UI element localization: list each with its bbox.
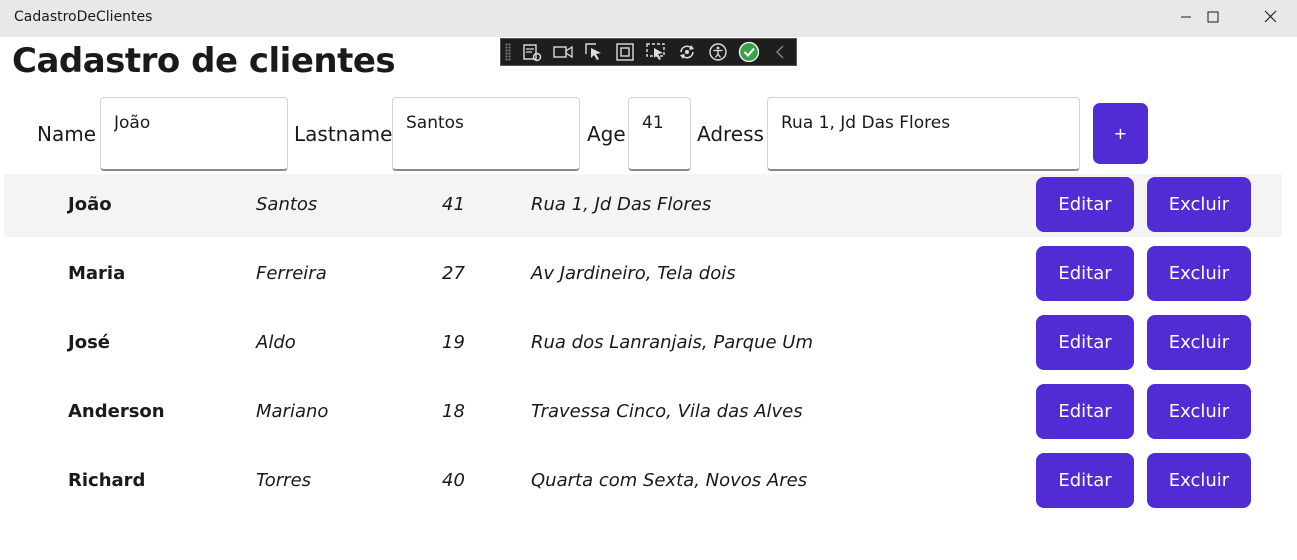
accessibility-icon[interactable] — [707, 41, 729, 63]
delete-button[interactable]: Excluir — [1147, 453, 1251, 508]
live-visual-tree-icon[interactable] — [521, 41, 543, 63]
window-title: CadastroDeClientes — [14, 9, 153, 25]
client-name: Richard — [68, 470, 146, 491]
close-icon — [1264, 10, 1276, 23]
display-adorners-icon[interactable] — [614, 41, 636, 63]
client-age: 19 — [442, 332, 465, 353]
name-field[interactable] — [100, 97, 288, 171]
lastname-label: Lastname — [294, 122, 393, 146]
title-bar: CadastroDeClientes — [0, 0, 1297, 37]
lastname-field[interactable] — [392, 97, 580, 171]
age-field[interactable] — [628, 97, 691, 171]
check-icon[interactable] — [738, 41, 760, 63]
client-address: Av Jardineiro, Tela dois — [531, 263, 736, 284]
client-age: 41 — [442, 194, 465, 215]
client-age: 18 — [442, 401, 465, 422]
client-lastname: Mariano — [256, 401, 329, 422]
client-address: Rua dos Lanranjais, Parque Um — [531, 332, 813, 353]
client-lastname: Santos — [256, 194, 318, 215]
client-list: João Santos 41 Rua 1, Jd Das Flores Edit… — [4, 174, 1282, 519]
add-client-button[interactable]: + — [1093, 103, 1148, 164]
delete-button[interactable]: Excluir — [1147, 177, 1251, 232]
client-address: Quarta com Sexta, Novos Ares — [531, 470, 808, 491]
address-label: Adress — [697, 122, 764, 146]
client-name: José — [68, 332, 110, 353]
list-item[interactable]: João Santos 41 Rua 1, Jd Das Flores Edit… — [4, 174, 1282, 237]
client-name: Maria — [68, 263, 126, 284]
list-item[interactable]: Anderson Mariano 18 Travessa Cinco, Vila… — [4, 381, 1282, 450]
age-label: Age — [587, 122, 626, 146]
maximize-button[interactable] — [1185, 0, 1241, 33]
client-address: Travessa Cinco, Vila das Alves — [531, 401, 803, 422]
select-element-icon[interactable] — [583, 41, 605, 63]
client-name: Anderson — [68, 401, 165, 422]
edit-button[interactable]: Editar — [1036, 177, 1134, 232]
debug-toolbar — [500, 38, 797, 66]
edit-button[interactable]: Editar — [1036, 453, 1134, 508]
client-lastname: Torres — [256, 470, 312, 491]
record-icon[interactable] — [552, 41, 574, 63]
list-item[interactable]: José Aldo 19 Rua dos Lanranjais, Parque … — [4, 312, 1282, 381]
name-label: Name — [37, 122, 97, 146]
edit-button[interactable]: Editar — [1036, 246, 1134, 301]
hot-reload-icon[interactable] — [676, 41, 698, 63]
delete-button[interactable]: Excluir — [1147, 315, 1251, 370]
edit-button[interactable]: Editar — [1036, 315, 1134, 370]
address-field[interactable] — [767, 97, 1080, 171]
track-focus-icon[interactable] — [645, 41, 667, 63]
client-age: 27 — [442, 263, 465, 284]
edit-button[interactable]: Editar — [1036, 384, 1134, 439]
client-lastname: Ferreira — [256, 263, 327, 284]
drag-grip[interactable] — [505, 43, 511, 61]
close-button[interactable] — [1242, 0, 1297, 33]
list-item[interactable]: Maria Ferreira 27 Av Jardineiro, Tela do… — [4, 243, 1282, 312]
delete-button[interactable]: Excluir — [1147, 384, 1251, 439]
client-name: João — [68, 194, 112, 215]
client-lastname: Aldo — [256, 332, 296, 353]
collapse-icon[interactable] — [769, 41, 791, 63]
client-age: 40 — [442, 470, 465, 491]
list-item[interactable]: Richard Torres 40 Quarta com Sexta, Novo… — [4, 450, 1282, 519]
client-form: Name Lastname Age Adress + — [0, 97, 1297, 172]
client-address: Rua 1, Jd Das Flores — [531, 194, 712, 215]
page-title: Cadastro de clientes — [12, 41, 396, 81]
maximize-icon — [1207, 11, 1219, 22]
delete-button[interactable]: Excluir — [1147, 246, 1251, 301]
